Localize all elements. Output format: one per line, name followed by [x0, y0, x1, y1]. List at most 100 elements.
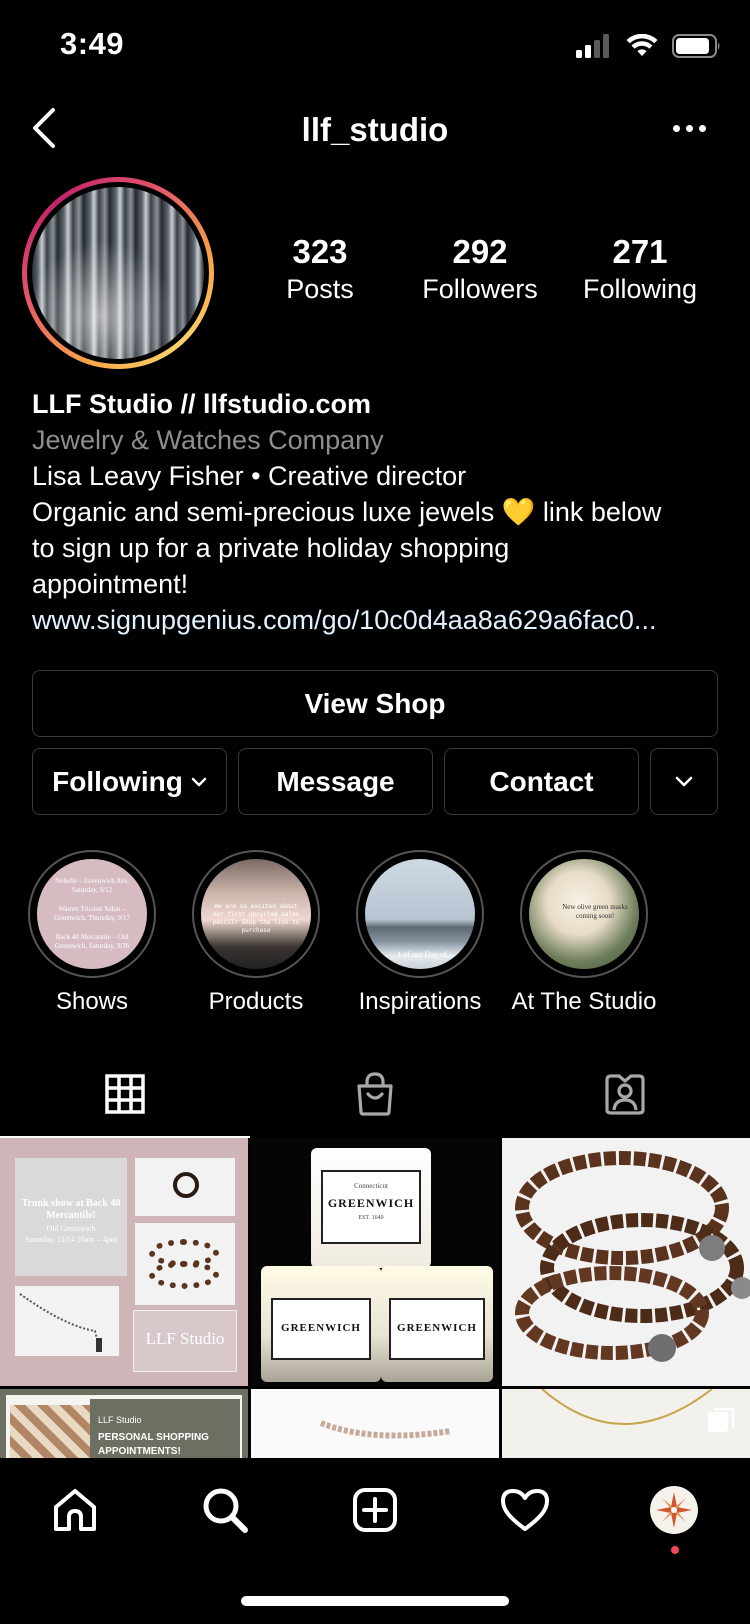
status-bar: 3:49	[0, 0, 750, 90]
highlight-products-text: We are so excited about our first upcycl…	[212, 903, 300, 934]
highlight-label: Inspirations	[358, 988, 482, 1015]
stat-followers[interactable]: 292 Followers	[400, 232, 560, 306]
home-indicator[interactable]	[241, 1596, 509, 1606]
story-highlights: Nobelle – Greenwich Ave, Saturday, 9/12 …	[0, 850, 750, 1020]
promo-title: PERSONAL SHOPPING APPOINTMENTS!	[98, 1432, 209, 1457]
candle-label-name: GREENWICH	[281, 1322, 361, 1334]
highlight-shows-text: Warren Tricomi Salon – Greenwich, Thursd…	[53, 905, 130, 922]
stat-followers-count: 292	[452, 233, 508, 270]
highlight-label: Products	[208, 988, 304, 1015]
post-trunk-date: Saturday, 11/14 10am – 4pm	[25, 1235, 117, 1244]
nav-create[interactable]	[340, 1480, 410, 1540]
nav-search[interactable]	[190, 1480, 260, 1540]
bio-name: LLF Studio // llfstudio.com	[32, 389, 371, 419]
bio-line: Organic and semi-precious luxe jewels 💛 …	[32, 497, 662, 527]
post-trunk-title: Trunk show at Back 40 Mercantile!	[21, 1198, 121, 1221]
heart-icon	[501, 1489, 549, 1531]
profile-username: llf_studio	[301, 111, 449, 148]
candle-label-small: Connecticut	[354, 1182, 388, 1190]
highlight-studio-text: New olive green masks coming soon!	[562, 903, 628, 920]
more-dot-icon	[672, 124, 680, 132]
cellular-signal-icon	[576, 34, 609, 58]
necklace-image	[19, 1293, 102, 1352]
tab-tagged[interactable]	[500, 1050, 750, 1138]
post-thumbnail[interactable]: Trunk show at Back 40 Mercantile! Old Gr…	[0, 1138, 248, 1386]
tab-shop[interactable]	[250, 1050, 500, 1138]
add-post-icon	[353, 1488, 397, 1532]
candle-label-name: GREENWICH	[327, 1196, 415, 1210]
highlight-shows-text: Nobelle – Greenwich Ave, Saturday, 9/12	[54, 877, 130, 894]
highlight-inspirations-cover: 1 of our Day of...	[365, 859, 475, 969]
more-dot-icon	[685, 124, 693, 132]
highlight-label: At The Studio	[511, 988, 657, 1015]
carousel-icon	[708, 1407, 735, 1432]
profile-avatar-icon	[650, 1486, 698, 1534]
post-trunk-brand: LLF Studio	[145, 1329, 225, 1348]
message-button[interactable]: Message	[238, 748, 433, 815]
chevron-down-icon	[675, 776, 693, 787]
following-label: Following	[52, 765, 183, 797]
nav-profile[interactable]	[639, 1480, 709, 1540]
highlight-shows[interactable]: Nobelle – Greenwich Ave, Saturday, 9/12 …	[10, 850, 174, 1016]
profile-stats: 323 Posts 292 Followers 271 Following	[240, 232, 720, 306]
status-time: 3:49	[60, 26, 125, 61]
bio-link[interactable]: www.signupgenius.com/go/10c0d4aa8a629a6f…	[32, 602, 722, 638]
promo-brand: LLF Studio	[98, 1415, 142, 1425]
contact-label: Contact	[489, 765, 594, 797]
candle-label-name: GREENWICH	[397, 1322, 477, 1334]
following-button[interactable]: Following	[32, 748, 227, 815]
profile-bio: LLF Studio // llfstudio.com Jewelry & Wa…	[32, 386, 732, 638]
tab-grid[interactable]	[0, 1050, 250, 1138]
notification-dot	[671, 1546, 679, 1554]
post-thumbnail[interactable]	[502, 1138, 750, 1386]
highlight-products[interactable]: We are so excited about our first upcycl…	[174, 850, 338, 1016]
posts-grid: Trunk show at Back 40 Mercantile! Old Gr…	[0, 1138, 750, 1458]
highlight-inspirations-text: 1 of our Day of...	[397, 950, 453, 959]
post-thumbnail[interactable]	[502, 1389, 750, 1458]
view-shop-button[interactable]: View Shop	[32, 670, 718, 737]
highlight-at-the-studio[interactable]: New olive green masks coming soon! At Th…	[502, 850, 666, 1016]
profile-header: llf_studio	[0, 95, 750, 165]
post-trunk-place: Old Greenwich	[46, 1224, 96, 1233]
message-label: Message	[276, 765, 395, 797]
wifi-icon	[626, 34, 658, 56]
highlight-studio-cover: New olive green masks coming soon!	[529, 859, 639, 969]
post-thumbnail[interactable]: LLF Studio PERSONAL SHOPPING APPOINTMENT…	[0, 1389, 248, 1458]
profile-avatar[interactable]	[22, 177, 214, 369]
more-options-button[interactable]	[664, 113, 714, 143]
grid-icon	[105, 1074, 145, 1114]
profile-tabs	[0, 1050, 750, 1138]
highlight-label: Shows	[55, 988, 129, 1015]
bio-line: appointment!	[32, 569, 189, 599]
contact-button[interactable]: Contact	[444, 748, 639, 815]
post-thumbnail[interactable]: Connecticut GREENWICH EST. 1640 GREENWIC…	[251, 1138, 499, 1386]
tagged-person-icon	[605, 1074, 645, 1115]
highlight-shows-cover: Nobelle – Greenwich Ave, Saturday, 9/12 …	[37, 859, 147, 969]
home-icon	[54, 1489, 96, 1531]
nav-activity[interactable]	[490, 1480, 560, 1540]
candle-label-est: EST. 1640	[358, 1215, 384, 1221]
highlight-shows-text: Back 40 Mercantile – Old Greenwich, Satu…	[54, 933, 130, 950]
highlight-products-cover: We are so excited about our first upcycl…	[201, 859, 311, 969]
avatar-image	[32, 187, 204, 359]
highlight-inspirations[interactable]: 1 of our Day of... Inspirations	[338, 850, 502, 1016]
bio-line: to sign up for a private holiday shoppin…	[32, 533, 510, 563]
bead-necklace-image	[319, 1420, 452, 1439]
suggested-accounts-button[interactable]	[650, 748, 718, 815]
bio-line: Lisa Leavy Fisher • Creative director	[32, 461, 467, 491]
compass-icon	[656, 1492, 692, 1528]
view-shop-label: View Shop	[304, 687, 446, 719]
stat-following-label: Following	[582, 274, 698, 304]
search-icon	[203, 1488, 248, 1533]
shopping-bag-icon	[357, 1072, 393, 1116]
status-icons	[576, 34, 722, 58]
bio-category: Jewelry & Watches Company	[32, 425, 384, 455]
post-thumbnail[interactable]	[251, 1389, 499, 1458]
nav-home[interactable]	[40, 1480, 110, 1540]
bead-bracelets-image	[515, 1151, 750, 1362]
stat-posts[interactable]: 323 Posts	[240, 232, 400, 306]
stat-following[interactable]: 271 Following	[560, 232, 720, 306]
stat-posts-count: 323	[292, 233, 348, 270]
stat-followers-label: Followers	[422, 274, 538, 304]
battery-icon	[672, 34, 720, 58]
